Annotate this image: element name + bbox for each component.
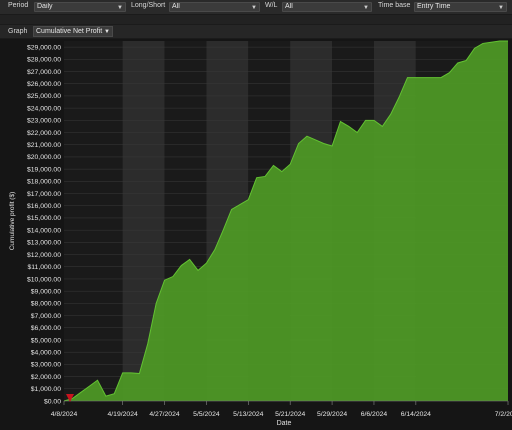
y-tick-label: $12,000.00	[27, 252, 61, 259]
wl-label: W/L	[265, 2, 278, 9]
y-tick-label: $7,000.00	[31, 313, 61, 320]
chevron-down-icon: ▼	[251, 5, 257, 11]
wl-value: All	[285, 3, 293, 10]
y-tick-label: $10,000.00	[27, 276, 61, 283]
y-tick-label: $17,000.00	[27, 191, 61, 198]
y-tick-label: $13,000.00	[27, 240, 61, 247]
timebase-label: Time base	[378, 2, 411, 9]
period-select[interactable]: Daily ▼	[34, 2, 126, 12]
y-tick-label: $11,000.00	[27, 264, 61, 271]
y-tick-label: $27,000.00	[27, 69, 61, 76]
column-header-strip	[0, 15, 512, 24]
longshort-value: All	[172, 3, 180, 10]
y-tick-label: $1,000.00	[31, 386, 61, 393]
x-tick-label: 4/19/2024	[108, 411, 138, 418]
longshort-select[interactable]: All ▼	[169, 2, 260, 12]
y-tick-label: $23,000.00	[27, 118, 61, 125]
graph-label: Graph	[8, 28, 28, 35]
y-tick-label: $0.00	[44, 398, 61, 405]
x-tick-label: 7/2/2024	[495, 411, 512, 418]
wl-select[interactable]: All ▼	[282, 2, 372, 12]
x-tick-label: 5/29/2024	[317, 411, 347, 418]
period-value: Daily	[37, 3, 53, 10]
chevron-down-icon: ▼	[363, 5, 369, 11]
chevron-down-icon: ▼	[117, 5, 123, 11]
chart-area: $0.00 $1,000.00 $2,000.00 $3,000.00 $4,000.0…	[0, 39, 512, 430]
graph-select-value: Cumulative Net Profit	[36, 28, 103, 35]
y-tick-label: $8,000.00	[31, 301, 61, 308]
background-band	[64, 41, 123, 401]
longshort-label: Long/Short	[131, 2, 166, 9]
y-tick-label: $29,000.00	[27, 44, 61, 51]
y-tick-label: $3,000.00	[31, 362, 61, 369]
graph-select[interactable]: Cumulative Net Profit ▼	[33, 26, 113, 37]
y-tick-label: $6,000.00	[31, 325, 61, 332]
y-tick-label: $21,000.00	[27, 142, 61, 149]
x-tick-label: 4/27/2024	[149, 411, 179, 418]
y-axis-ticks: $0.00 $1,000.00 $2,000.00 $3,000.00 $4,000.0…	[27, 44, 61, 405]
chevron-down-icon: ▼	[104, 29, 110, 35]
period-label: Period	[8, 2, 29, 9]
x-tick-label: 4/8/2024	[51, 411, 78, 418]
y-tick-label: $4,000.00	[31, 349, 61, 356]
y-tick-label: $25,000.00	[27, 93, 61, 100]
x-tick-label: 5/5/2024	[193, 411, 220, 418]
x-tick-label: 6/14/2024	[401, 411, 431, 418]
x-tick-label: 5/13/2024	[233, 411, 263, 418]
cumulative-net-profit-chart: $0.00 $1,000.00 $2,000.00 $3,000.00 $4,000.0…	[9, 40, 512, 427]
y-tick-label: $19,000.00	[27, 166, 61, 173]
y-tick-label: $18,000.00	[27, 179, 61, 186]
y-axis-label: Cumulative profit ($)	[9, 192, 16, 251]
timebase-value: Entry Time	[417, 3, 451, 10]
y-tick-label: $24,000.00	[27, 105, 61, 112]
y-tick-label: $5,000.00	[31, 337, 61, 344]
y-tick-label: $26,000.00	[27, 81, 61, 88]
y-tick-label: $20,000.00	[27, 154, 61, 161]
y-tick-label: $15,000.00	[27, 215, 61, 222]
y-tick-label: $22,000.00	[27, 130, 61, 137]
y-tick-label: $9,000.00	[31, 288, 61, 295]
x-axis-ticks: 4/8/2024 4/19/2024 4/27/2024 5/5/2024 5/13/2…	[51, 401, 512, 418]
y-tick-label: $14,000.00	[27, 227, 61, 234]
x-axis-label: Date	[277, 420, 292, 427]
x-tick-label: 5/21/2024	[275, 411, 305, 418]
y-tick-label: $28,000.00	[27, 57, 61, 64]
timebase-select[interactable]: Entry Time ▼	[414, 2, 507, 12]
x-tick-label: 6/6/2024	[361, 411, 388, 418]
y-tick-label: $2,000.00	[31, 374, 61, 381]
filter-bar: Period Daily ▼ Long/Short All ▼ W/L All …	[0, 0, 512, 14]
y-tick-label: $16,000.00	[27, 203, 61, 210]
chevron-down-icon: ▼	[498, 5, 504, 11]
graph-bar: Graph Cumulative Net Profit ▼	[0, 25, 512, 38]
